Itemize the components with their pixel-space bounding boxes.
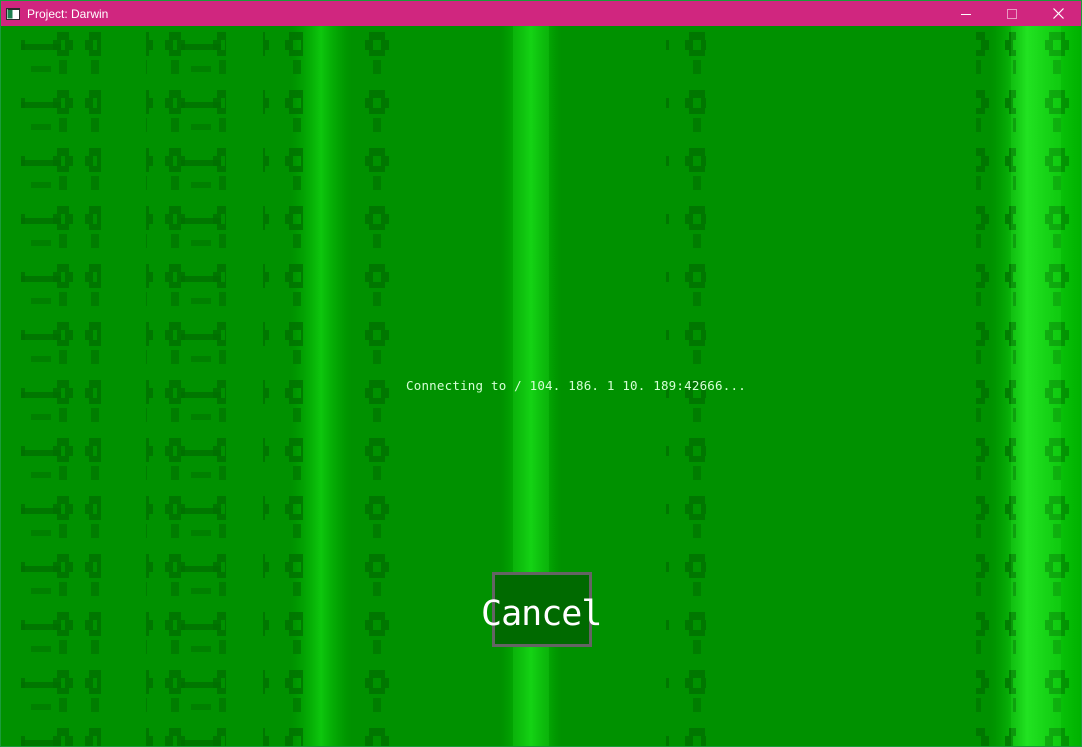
- maximize-icon: [1007, 4, 1017, 23]
- window-title: Project: Darwin: [27, 6, 109, 21]
- minimize-icon: [961, 4, 971, 23]
- minimize-button[interactable]: [943, 1, 989, 26]
- app-window-icon: [5, 6, 21, 22]
- maximize-button[interactable]: [989, 1, 1035, 26]
- cancel-button[interactable]: [492, 572, 592, 647]
- game-canvas[interactable]: Connecting to / 104. 186. 1 10. 189:4266…: [1, 26, 1081, 746]
- window-controls: [943, 1, 1081, 26]
- game-window: Project: Darwin Connecting to / 104. 186…: [0, 0, 1082, 747]
- close-button[interactable]: [1035, 1, 1081, 26]
- connection-status-text: Connecting to / 104. 186. 1 10. 189:4266…: [406, 378, 746, 393]
- close-icon: [1052, 4, 1064, 23]
- title-bar[interactable]: Project: Darwin: [1, 1, 1081, 26]
